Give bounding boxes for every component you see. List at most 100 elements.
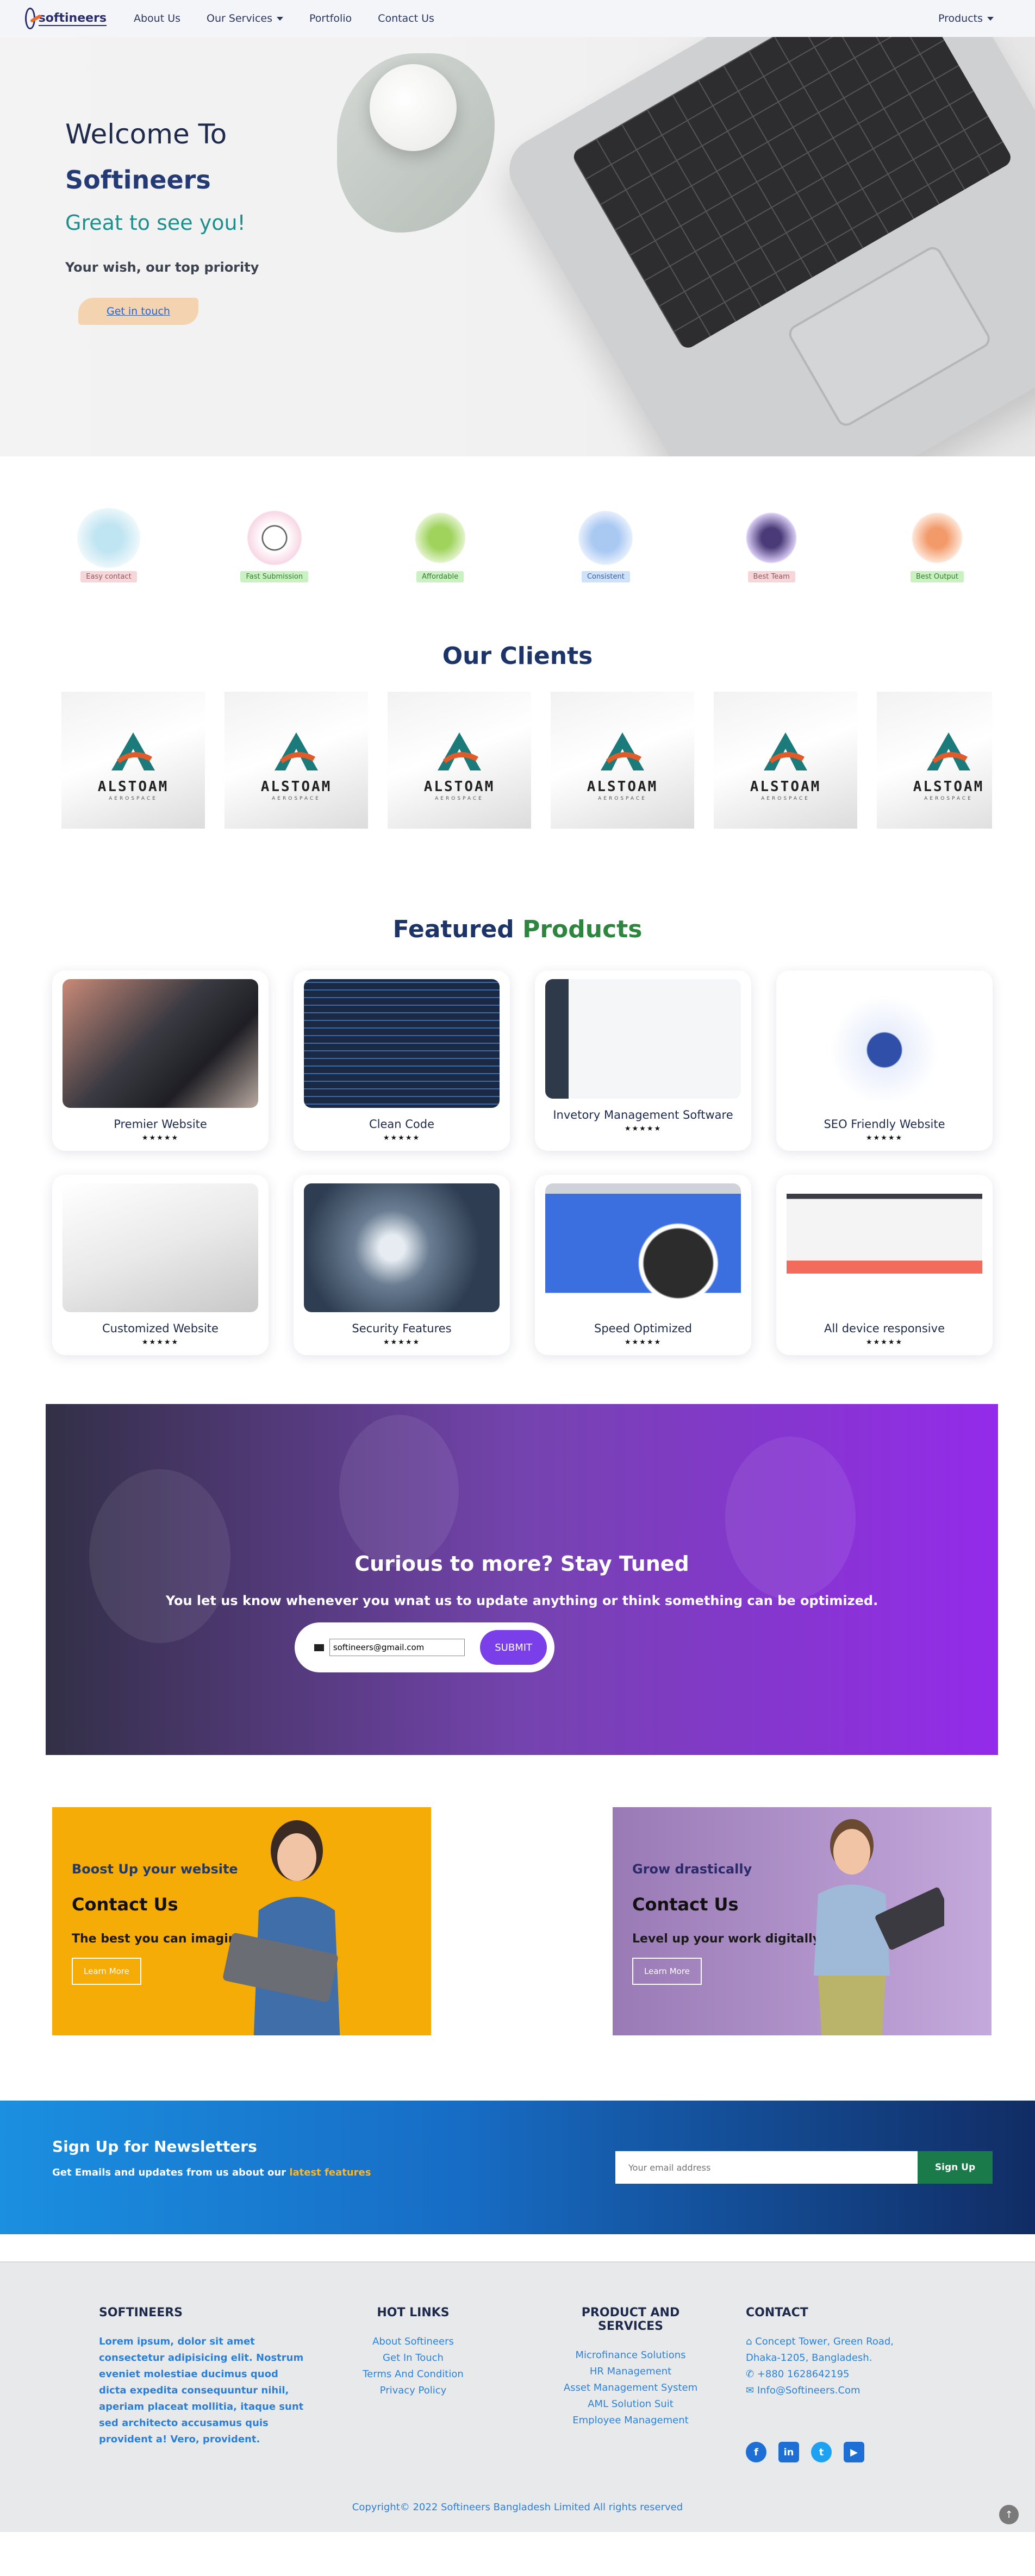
feature-label: Consistent — [581, 571, 630, 582]
client-name: ALSTOAM — [587, 779, 658, 795]
product-card[interactable]: Clean Code ★★★★★ — [294, 970, 510, 1151]
footer-hot-links: HOT LINKS About Softineers Get In Touch … — [348, 2306, 478, 2399]
woman-with-laptop-image — [223, 1820, 340, 2035]
clients-carousel[interactable]: ALSTOAM AEROSPACE ALSTOAM AEROSPACE ALST… — [61, 692, 992, 829]
feature-consistent: Consistent — [570, 508, 641, 582]
product-rating: ★★★★★ — [141, 1338, 179, 1346]
product-card[interactable]: All device responsive ★★★★★ — [776, 1175, 993, 1355]
product-image — [787, 1183, 982, 1312]
footer-link-about[interactable]: About Softineers — [348, 2334, 478, 2350]
top-navbar: softineers About Us Our Services Portfol… — [0, 0, 1035, 37]
client-name: ALSTOAM — [913, 779, 984, 795]
footer-links-list: About Softineers Get In Touch Terms And … — [348, 2334, 478, 2399]
client-logo: ALSTOAM AEROSPACE — [388, 692, 531, 829]
footer-phone-number: +880 1628642195 — [757, 2368, 850, 2380]
product-card[interactable]: Speed Optimized ★★★★★ — [535, 1175, 751, 1355]
product-name: Premier Website — [114, 1118, 207, 1131]
footer-service[interactable]: AML Solution Suit — [549, 2396, 712, 2412]
signup-subtitle-highlight: latest features — [289, 2167, 371, 2178]
learn-more-button[interactable]: Learn More — [632, 1958, 702, 1985]
products-title: Featured Products — [0, 916, 1035, 943]
feature-fast-submission: Fast Submission — [239, 508, 310, 582]
stay-tuned-title: Curious to more? Stay Tuned — [354, 1552, 689, 1576]
newsletter-email-input[interactable] — [615, 2151, 918, 2184]
client-a-icon — [927, 732, 970, 770]
products-title-part1: Featured — [392, 916, 514, 943]
signup-subtitle-text: Get Emails and updates from us about our — [52, 2167, 286, 2178]
footer-phone[interactable]: ✆ +880 1628642195 — [746, 2366, 942, 2383]
nav-link-portfolio[interactable]: Portfolio — [309, 12, 352, 24]
feature-easy-contact: Easy contact — [73, 508, 144, 582]
clients-title: Our Clients — [442, 642, 593, 670]
linkedin-icon[interactable]: in — [778, 2442, 799, 2462]
footer-email-address: Info@Softineers.Com — [757, 2385, 861, 2396]
client-logo: ALSTOAM AEROSPACE — [551, 692, 694, 829]
phone-illustration-icon — [76, 508, 141, 568]
nav-link-about[interactable]: About Us — [134, 12, 180, 24]
product-name: All device responsive — [824, 1322, 945, 1335]
social-links: f in t ▶ — [746, 2442, 864, 2462]
footer-service[interactable]: Employee Management — [549, 2412, 712, 2429]
footer-address-line1: Concept Tower, Green Road, — [755, 2336, 894, 2347]
footer-contact-list: ⌂ Concept Tower, Green Road, Dhaka-1205,… — [746, 2334, 942, 2399]
footer-service[interactable]: Microfinance Solutions — [549, 2347, 712, 2364]
footer-link-privacy[interactable]: Privacy Policy — [348, 2383, 478, 2399]
footer-services-title: PRODUCT AND SERVICES — [581, 2306, 680, 2333]
product-card[interactable]: Invetory Management Software ★★★★★ — [535, 970, 751, 1151]
sign-up-button[interactable]: Sign Up — [918, 2151, 993, 2184]
product-card[interactable]: Premier Website ★★★★★ — [52, 970, 269, 1151]
footer-email[interactable]: ✉ Info@Softineers.Com — [746, 2383, 942, 2399]
nav-products-dropdown[interactable]: Products — [938, 12, 994, 24]
nav-link-contact[interactable]: Contact Us — [378, 12, 434, 24]
facebook-icon[interactable]: f — [746, 2442, 766, 2462]
products-grid: Premier Website ★★★★★ Clean Code ★★★★★ I… — [52, 970, 1035, 1355]
envelope-icon — [314, 1644, 324, 1651]
envelope-icon: ✉ — [746, 2385, 757, 2396]
product-card[interactable]: SEO Friendly Website ★★★★★ — [776, 970, 993, 1151]
back-to-top-icon[interactable]: ↑ — [999, 2505, 1019, 2524]
get-in-touch-button[interactable]: Get in touch — [78, 298, 198, 325]
logo[interactable]: softineers — [25, 8, 107, 29]
client-name: ALSTOAM — [97, 779, 169, 795]
team-illustration-icon — [739, 508, 805, 568]
product-rating: ★★★★★ — [383, 1338, 421, 1346]
product-name: Clean Code — [369, 1118, 435, 1131]
footer-service[interactable]: Asset Management System — [549, 2380, 712, 2396]
client-logo: ALSTOAM AEROSPACE — [61, 692, 205, 829]
stay-tuned-banner: Curious to more? Stay Tuned You let us k… — [46, 1404, 998, 1755]
product-name: Speed Optimized — [594, 1322, 692, 1335]
footer-products: PRODUCT AND SERVICES Microfinance Soluti… — [549, 2306, 712, 2429]
client-name: ALSTOAM — [423, 779, 495, 795]
hero-text: Welcome To Softineers Great to see you! … — [65, 118, 259, 325]
product-name: Invetory Management Software — [553, 1108, 733, 1121]
feature-label: Best Output — [910, 571, 964, 582]
product-card[interactable]: Security Features ★★★★★ — [294, 1175, 510, 1355]
footer-service[interactable]: HR Management — [549, 2364, 712, 2380]
nav-link-services[interactable]: Our Services — [207, 12, 283, 24]
twitter-icon[interactable]: t — [811, 2442, 832, 2462]
phone-icon: ✆ — [746, 2368, 757, 2380]
chevron-down-icon — [277, 17, 283, 21]
youtube-icon[interactable]: ▶ — [844, 2442, 864, 2462]
footer-link-touch[interactable]: Get In Touch — [348, 2350, 478, 2366]
product-rating: ★★★★★ — [865, 1134, 903, 1142]
client-sub: AEROSPACE — [435, 796, 484, 801]
product-image — [63, 1183, 258, 1312]
client-sub: AEROSPACE — [924, 796, 973, 801]
feature-label: Affordable — [416, 571, 464, 582]
promo-card-boost: Boost Up your website Contact Us The bes… — [52, 1807, 431, 2035]
logo-mark — [25, 8, 35, 29]
stay-tuned-email-input[interactable] — [329, 1639, 465, 1656]
product-image — [304, 1183, 500, 1312]
submit-button[interactable]: SUBMIT — [480, 1630, 547, 1665]
nav-link-services-label: Our Services — [207, 12, 272, 24]
footer-link-terms[interactable]: Terms And Condition — [348, 2366, 478, 2383]
footer: SOFTINEERS Lorem ipsum, dolor sit amet c… — [0, 2261, 1035, 2532]
product-card[interactable]: Customized Website ★★★★★ — [52, 1175, 269, 1355]
product-name: Customized Website — [102, 1322, 219, 1335]
learn-more-button[interactable]: Learn More — [72, 1958, 141, 1985]
promo-row: Boost Up your website Contact Us The bes… — [52, 1807, 992, 2035]
footer-about-title: SOFTINEERS — [99, 2306, 183, 2320]
monitor-illustration-icon — [904, 508, 970, 568]
footer-about-text: Lorem ipsum, dolor sit amet consectetur … — [99, 2336, 304, 2445]
